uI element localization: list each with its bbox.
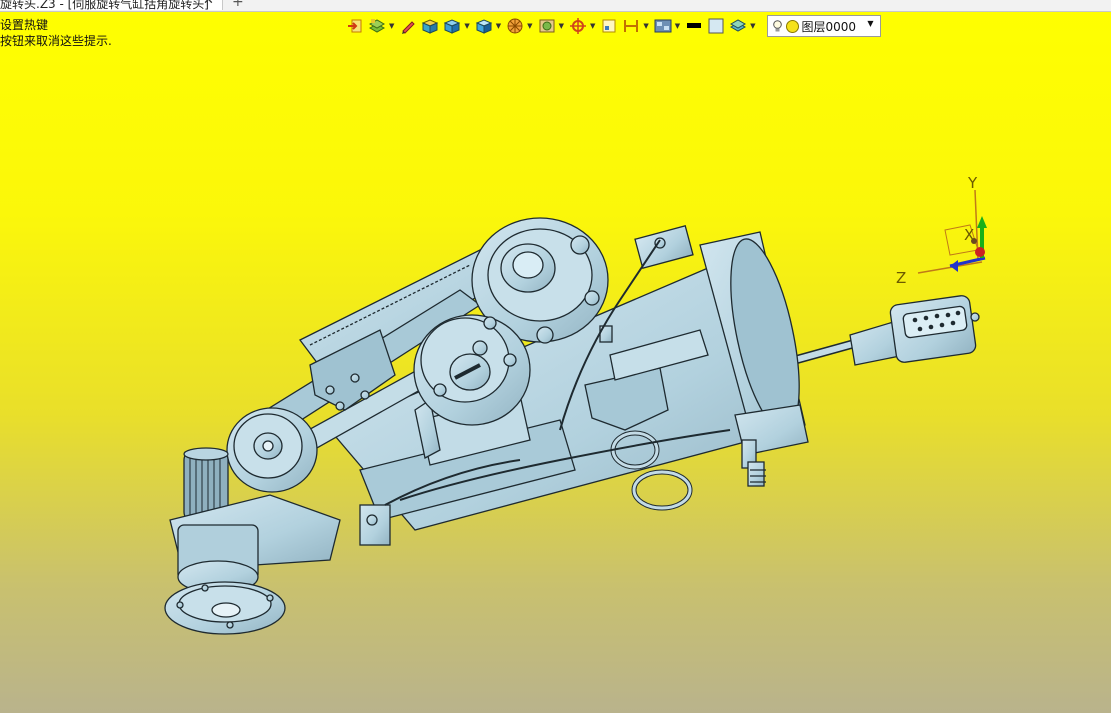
hint-line-1: 设置热键 xyxy=(0,18,49,32)
line-color-swatch-icon[interactable] xyxy=(683,15,705,37)
fit-icon[interactable] xyxy=(620,15,642,37)
document-tab-title: 旋转头.Z3 - [伺服旋转气缸括角旋转头] xyxy=(0,0,209,11)
target-dropdown-arrow[interactable]: ▼ xyxy=(590,22,595,30)
exit-sketch-icon[interactable] xyxy=(344,15,366,37)
layer-select[interactable]: 图层0000 ▼ xyxy=(766,15,881,37)
frame-view-icon[interactable] xyxy=(536,15,558,37)
display-mode-icon[interactable] xyxy=(652,15,674,37)
layers-icon[interactable] xyxy=(366,15,388,37)
connector-plug xyxy=(849,295,980,366)
globe-icon[interactable] xyxy=(504,15,526,37)
box-solid-dropdown-arrow[interactable]: ▼ xyxy=(464,22,469,30)
style-dropdown-arrow[interactable]: ▼ xyxy=(750,22,755,30)
zoom-window-icon[interactable] xyxy=(598,15,620,37)
base-flange xyxy=(164,494,341,635)
layer-color-dot xyxy=(785,19,799,33)
document-tab-bar: 旋转头.Z3 - [伺服旋转气缸括角旋转头] ✕ + xyxy=(0,0,1111,12)
style-icon[interactable] xyxy=(727,15,749,37)
x-axis-label: X xyxy=(964,226,974,244)
coordinate-triad: Y X Z xyxy=(896,174,987,287)
fill-color-swatch-icon[interactable] xyxy=(705,15,727,37)
box-shade-icon[interactable] xyxy=(419,15,441,37)
globe-dropdown-arrow[interactable]: ▼ xyxy=(527,22,532,30)
layer-select-value: 图层0000 xyxy=(801,19,857,34)
add-tab-icon[interactable]: + xyxy=(232,0,244,10)
cad-model-rotary-head[interactable] xyxy=(164,217,980,635)
display-mode-dropdown-arrow[interactable]: ▼ xyxy=(675,22,680,30)
lower-pulley xyxy=(226,407,318,493)
pencil-icon[interactable] xyxy=(397,15,419,37)
close-icon[interactable]: ✕ xyxy=(203,0,214,8)
fit-dropdown-arrow[interactable]: ▼ xyxy=(643,22,648,30)
target-icon[interactable] xyxy=(567,15,589,37)
middle-pulley xyxy=(413,314,531,426)
layers-dropdown-arrow[interactable]: ▼ xyxy=(389,22,394,30)
view-toolbar: ▼ ▼ ▼ ▼ ▼ ▼ ▼ ▼ ▼ 图层0000 ▼ xyxy=(344,14,881,38)
chevron-down-icon: ▼ xyxy=(867,19,874,28)
z-axis-label: Z xyxy=(896,269,906,287)
lightbulb-icon xyxy=(772,19,782,31)
box-solid-icon[interactable] xyxy=(441,15,463,37)
document-tab[interactable]: 旋转头.Z3 - [伺服旋转气缸括角旋转头] ✕ xyxy=(0,0,223,11)
frame-view-dropdown-arrow[interactable]: ▼ xyxy=(559,22,564,30)
box-view-dropdown-arrow[interactable]: ▼ xyxy=(496,22,501,30)
box-view-icon[interactable] xyxy=(473,15,495,37)
y-axis-label: Y xyxy=(967,174,978,192)
3d-viewport[interactable]: Y X Z xyxy=(0,40,1111,713)
